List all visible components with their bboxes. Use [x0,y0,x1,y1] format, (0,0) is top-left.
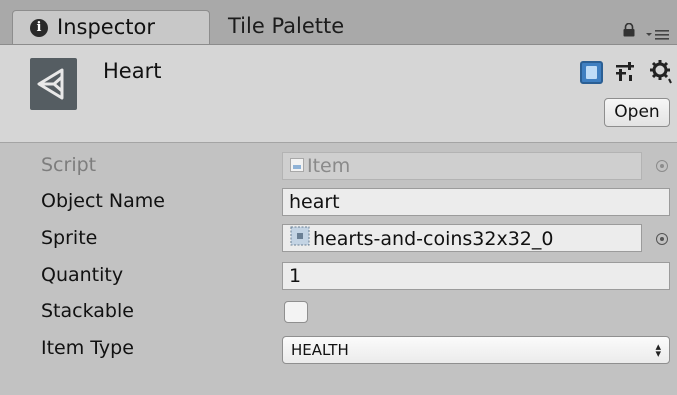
component-fields: Script Item Object Name heart Sprite hea… [0,143,677,395]
open-button[interactable]: Open [604,98,670,127]
quantity-label: Quantity [41,264,124,286]
script-value: Item [307,155,351,177]
tab-tile-palette[interactable]: Tile Palette [228,14,344,38]
info-icon: i [30,19,48,37]
item-type-dropdown[interactable]: HEALTH ▴ ▾ [282,336,670,364]
sprite-icon [289,225,311,254]
item-type-value: HEALTH [291,341,349,359]
unity-logo-icon [30,58,77,110]
item-type-label: Item Type [41,337,134,359]
tab-bar: i Inspector Tile Palette [0,0,677,45]
object-name-field[interactable]: heart [282,188,670,216]
script-field: Item [282,152,642,180]
object-title: Heart [103,59,162,83]
script-label: Script [41,154,97,176]
inspector-header: Heart Open [0,45,677,143]
sprite-field[interactable]: hearts-and-coins32x32_0 [282,224,642,252]
object-name-label: Object Name [41,190,165,212]
tab-inspector[interactable]: i Inspector [12,10,210,44]
lock-icon[interactable] [622,22,636,41]
gear-icon[interactable] [649,59,673,89]
preset-icon[interactable] [614,61,636,87]
tab-inspector-label: Inspector [57,15,155,39]
dropdown-arrows-icon: ▴ ▾ [655,340,661,360]
help-icon[interactable] [580,61,603,84]
quantity-field[interactable]: 1 [282,262,670,290]
sprite-label: Sprite [41,227,98,249]
menu-icon[interactable] [646,26,670,45]
stackable-label: Stackable [41,300,134,322]
sprite-value: hearts-and-coins32x32_0 [313,228,554,250]
script-file-icon [289,154,305,180]
stackable-checkbox[interactable] [284,301,308,323]
script-picker-icon [656,160,668,172]
sprite-picker-icon[interactable] [656,233,668,245]
